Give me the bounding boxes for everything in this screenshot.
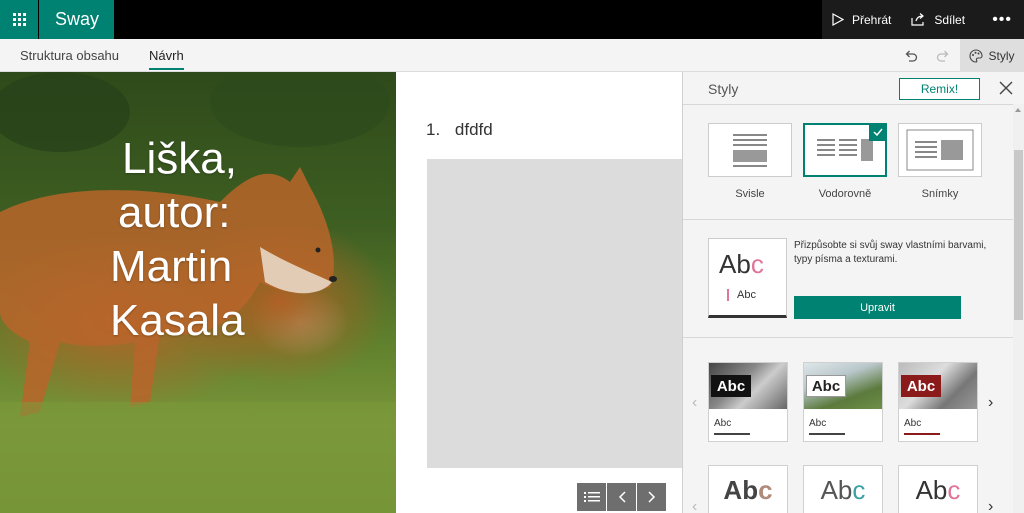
remix-button[interactable]: Remix! xyxy=(899,78,980,100)
next-button[interactable] xyxy=(637,483,666,511)
panel-title: Styly xyxy=(708,81,739,97)
close-icon[interactable] xyxy=(999,81,1013,95)
list-text: dfdfd xyxy=(454,120,493,139)
palette-icon xyxy=(969,48,984,63)
style-theme-card[interactable]: Abc Abc xyxy=(898,362,978,442)
chevron-right-icon[interactable]: › xyxy=(988,394,993,412)
previous-button[interactable] xyxy=(607,483,636,511)
tabs-bar: Struktura obsahu Návrh Styly xyxy=(0,39,1024,72)
share-button[interactable]: Sdílet xyxy=(901,0,975,39)
theme-rule xyxy=(904,433,940,435)
chevron-right-icon[interactable]: › xyxy=(988,498,993,513)
theme-sample-heading: Abc xyxy=(806,375,846,397)
scroll-up-icon[interactable] xyxy=(1015,108,1021,112)
sample-text-large: Abc xyxy=(719,249,764,279)
theme-sample-text: Abc xyxy=(820,474,866,505)
tab-structure[interactable]: Struktura obsahu xyxy=(20,39,119,72)
layout-label: Snímky xyxy=(921,188,959,200)
chevron-right-icon xyxy=(647,491,655,503)
topbar-actions: Přehrát Sdílet ••• xyxy=(822,0,1024,39)
list-icon xyxy=(583,492,600,502)
undo-icon[interactable] xyxy=(903,47,919,63)
app-launcher-button[interactable] xyxy=(0,0,38,39)
selected-check-icon xyxy=(869,123,887,141)
layout-horizontal[interactable] xyxy=(803,123,887,177)
list-number: 1. xyxy=(426,120,441,139)
style-theme-card[interactable]: Abc xyxy=(708,465,788,513)
theme-sample-body: Abc xyxy=(714,418,732,429)
layout-slides[interactable] xyxy=(898,123,982,177)
title-line: Liška, xyxy=(122,134,237,183)
theme-sample-heading: Abc xyxy=(711,375,751,397)
title-line: Martin xyxy=(110,242,233,291)
style-theme-card[interactable]: Abc xyxy=(803,465,883,513)
divider xyxy=(683,104,1013,105)
style-theme-card[interactable]: Abc Abc xyxy=(803,362,883,442)
chevron-left-icon xyxy=(618,491,626,503)
chevron-left-icon[interactable]: ‹ xyxy=(692,498,697,513)
redo-icon[interactable] xyxy=(935,47,951,63)
tab-design[interactable]: Návrh xyxy=(149,39,184,72)
navigation-menu-button[interactable] xyxy=(577,483,606,511)
theme-rule xyxy=(714,433,750,435)
styles-panel: Styly Remix! Svisle Vodorovně Snímky Abc… xyxy=(682,72,1024,513)
title-card-image[interactable]: Liška, autor: Martin Kasala xyxy=(0,72,396,513)
title-line: autor: xyxy=(118,188,231,237)
share-icon xyxy=(911,13,925,26)
theme-sample-text: Abc xyxy=(723,474,773,505)
theme-sample-heading: Abc xyxy=(901,375,941,397)
play-button[interactable]: Přehrát xyxy=(822,0,901,39)
content-card: 1. dfdfd xyxy=(396,72,682,513)
play-icon xyxy=(832,13,844,26)
styles-panel-header: Styly Remix! xyxy=(683,72,1023,104)
divider xyxy=(683,219,1013,220)
styles-button[interactable]: Styly xyxy=(960,39,1024,72)
edit-style-button[interactable]: Upravit xyxy=(794,296,961,319)
layout-label: Svisle xyxy=(735,188,765,200)
custom-style-thumbnail[interactable]: Abc Abc xyxy=(708,238,787,318)
layout-vertical[interactable] xyxy=(708,123,792,177)
styles-label: Styly xyxy=(988,48,1015,63)
theme-sample-text: Abc xyxy=(915,474,961,505)
vertical-layout-icon xyxy=(733,134,767,167)
share-label: Sdílet xyxy=(934,12,966,27)
style-theme-card[interactable]: Abc Abc xyxy=(708,362,788,442)
media-placeholder[interactable] xyxy=(427,159,682,468)
chevron-left-icon[interactable]: ‹ xyxy=(692,394,697,412)
app-name[interactable]: Sway xyxy=(39,0,114,39)
top-bar: Sway Přehrát Sdílet ••• xyxy=(0,0,1024,39)
theme-sample-body: Abc xyxy=(904,418,922,429)
divider xyxy=(683,337,1013,338)
theme-sample-body: Abc xyxy=(809,418,827,429)
scroll-thumb[interactable] xyxy=(1014,150,1023,320)
play-label: Přehrát xyxy=(852,12,892,27)
panel-scrollbar[interactable] xyxy=(1013,104,1024,513)
waffle-icon xyxy=(12,13,26,26)
more-options-button[interactable]: ••• xyxy=(992,11,1024,29)
navigation-controls xyxy=(577,483,667,511)
list-item[interactable]: 1. dfdfd xyxy=(426,120,493,140)
slides-layout-icon xyxy=(906,129,974,171)
sample-text-small: Abc xyxy=(727,289,756,301)
theme-rule xyxy=(809,433,845,435)
style-theme-card[interactable]: Abc xyxy=(898,465,978,513)
sway-title[interactable]: Liška, autor: Martin Kasala xyxy=(110,132,360,348)
layout-label: Vodorovně xyxy=(818,188,872,200)
title-line: Kasala xyxy=(110,296,245,345)
customize-description: Přizpůsobte si svůj sway vlastními barva… xyxy=(794,240,987,265)
